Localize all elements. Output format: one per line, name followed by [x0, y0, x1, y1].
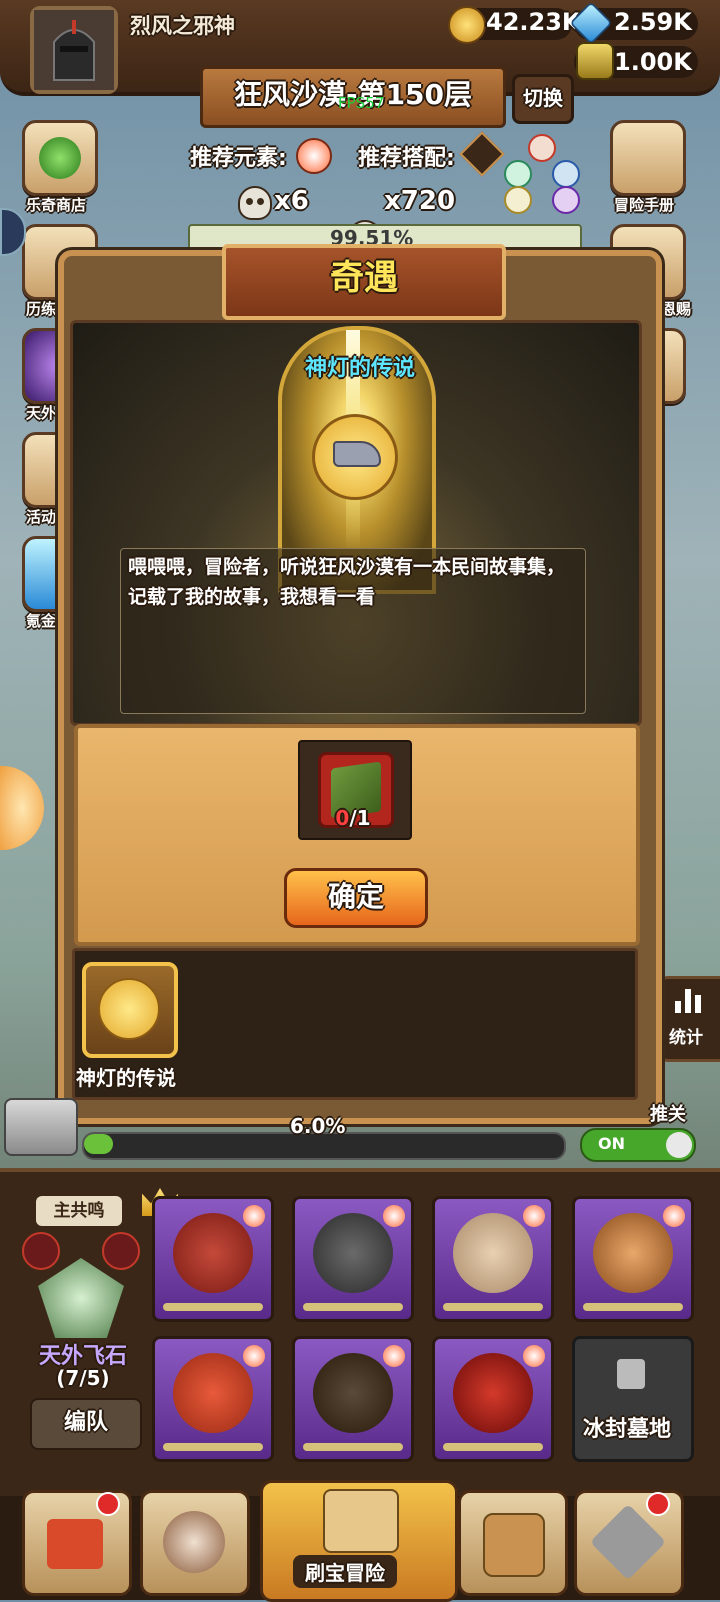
- hero-portrait-icon: [163, 1511, 225, 1573]
- warning-diamond-icon[interactable]: [459, 131, 505, 177]
- encounter-list-item-label: 神灯的传说: [76, 1066, 176, 1090]
- hero-slot[interactable]: [432, 1196, 554, 1322]
- resonance-badge-icon[interactable]: [22, 1232, 60, 1270]
- locked-slot-label: 冰封墓地: [583, 1417, 672, 1442]
- knight-helmet-icon: [34, 10, 114, 90]
- backpack-icon: [483, 1513, 545, 1577]
- nav-bag-button[interactable]: [458, 1490, 568, 1596]
- sidebar-label-shop: 乐奇商店: [26, 196, 87, 214]
- hero-slot[interactable]: [152, 1336, 274, 1462]
- toggle-knob: [666, 1132, 692, 1158]
- notification-dot: [646, 1492, 670, 1516]
- stats-button[interactable]: 统计: [658, 976, 720, 1062]
- modal-title-text: 奇遇: [330, 258, 398, 298]
- event-name: 神灯的传说: [304, 356, 415, 381]
- recommended-combo-label: 推荐搭配:: [358, 146, 455, 171]
- hero-slot[interactable]: [152, 1196, 274, 1322]
- kill-count-small: x6: [274, 186, 309, 216]
- adventure-book-icon[interactable]: [610, 120, 686, 196]
- floating-helper-button[interactable]: [0, 766, 44, 850]
- shop-stall-icon: [47, 1519, 103, 1569]
- auto-advance-label: 推关: [650, 1104, 686, 1125]
- recommended-element-label: 推荐元素:: [190, 146, 287, 171]
- resonance-badge-icon[interactable]: [102, 1232, 140, 1270]
- resonance-label: 主共鸣: [36, 1196, 122, 1226]
- nav-adventure-button[interactable]: 刷宝冒险: [260, 1480, 458, 1602]
- stage-progress-fill: [84, 1134, 113, 1154]
- team-count: (7/5): [56, 1366, 110, 1390]
- lucky-shop-icon[interactable]: [22, 120, 98, 196]
- hero-slot[interactable]: [292, 1196, 414, 1322]
- hero-slot[interactable]: [292, 1336, 414, 1462]
- sidebar-label-meteor: 天外: [26, 404, 57, 422]
- treasure-map-icon: [323, 1489, 399, 1553]
- magic-lamp-icon: [98, 978, 160, 1040]
- item-have: 0: [335, 806, 350, 830]
- player-name: 烈风之邪神: [130, 14, 235, 38]
- sidebar-label-event: 活动: [26, 508, 57, 526]
- modal-title: 奇遇: [222, 244, 506, 320]
- hero-slot[interactable]: [432, 1336, 554, 1462]
- nav-adventure-label: 刷宝冒险: [293, 1555, 397, 1588]
- treasure-chest-icon[interactable]: [4, 1098, 78, 1156]
- nav-hero-button[interactable]: [140, 1490, 250, 1596]
- potion-value: 1.00K: [614, 48, 692, 76]
- gem-value: 2.59K: [614, 8, 692, 36]
- sidebar-label-topup: 氪金: [26, 612, 57, 630]
- kill-count-large: x720: [384, 186, 456, 216]
- lock-icon: [617, 1359, 645, 1389]
- sidebar-label-training: 历练: [26, 300, 57, 318]
- confirm-button[interactable]: 确定: [284, 868, 428, 928]
- element-cycle-icon[interactable]: [504, 132, 580, 214]
- stats-label: 统计: [669, 1028, 703, 1048]
- auto-advance-toggle[interactable]: ON: [580, 1128, 696, 1162]
- player-avatar[interactable]: [30, 6, 118, 94]
- hero-slot[interactable]: [572, 1196, 694, 1322]
- fire-element-icon: [296, 138, 332, 174]
- item-need: /1: [349, 806, 371, 830]
- fps-counter: FPS57: [338, 94, 385, 112]
- skull-icon: [238, 186, 272, 220]
- item-count: 0/1: [298, 806, 408, 830]
- locked-hero-slot[interactable]: 冰封墓地: [572, 1336, 694, 1462]
- gold-value: 42.23K: [486, 8, 581, 36]
- magic-lamp-icon: [312, 414, 398, 500]
- encounter-list-item[interactable]: [82, 962, 178, 1058]
- bar-chart-icon: [675, 989, 705, 1013]
- gold-coin-icon: [448, 6, 486, 44]
- dialog-text: 喂喂喂，冒险者，听说狂风沙漠有一本民间故事集，记载了我的故事，我想看一看: [128, 556, 566, 608]
- notification-dot: [96, 1492, 120, 1516]
- sidebar-label-handbook: 冒险手册: [614, 196, 675, 214]
- potion-icon: [576, 42, 614, 80]
- stage-progress-text: 6.0%: [290, 1114, 346, 1138]
- toggle-label: ON: [598, 1134, 625, 1153]
- switch-floor-button[interactable]: 切换: [512, 74, 574, 124]
- formation-button[interactable]: 编队: [30, 1398, 142, 1450]
